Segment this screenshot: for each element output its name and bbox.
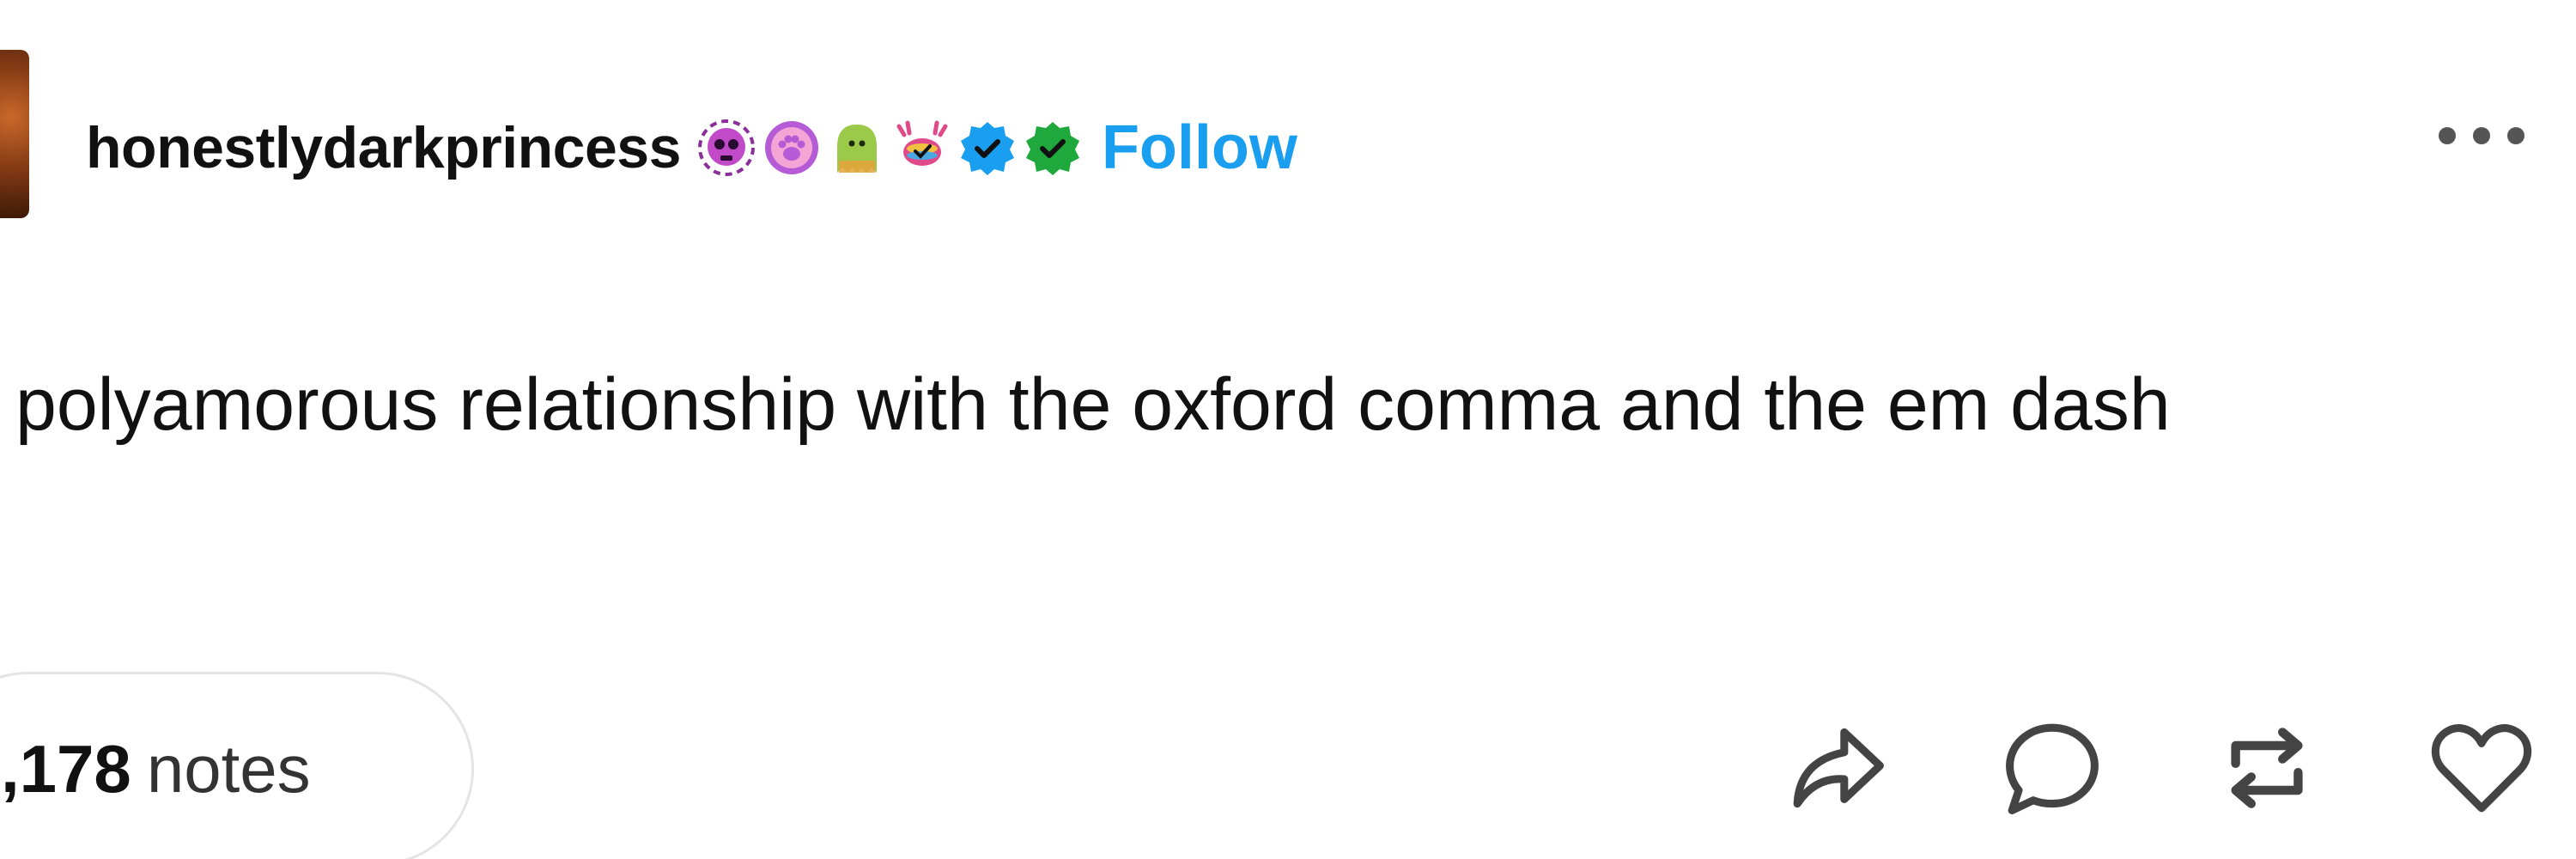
dot-icon <box>2439 127 2456 144</box>
reblog-icon <box>2231 728 2303 808</box>
reply-icon <box>2006 723 2099 814</box>
share-icon <box>1793 728 1884 808</box>
avatar[interactable] <box>0 50 29 218</box>
notes-label: notes <box>146 730 311 807</box>
badge-list <box>696 118 1083 178</box>
reply-button[interactable] <box>1992 708 2112 828</box>
notes-count: ,178 <box>1 730 131 807</box>
post-body: polyamorous relationship with the oxford… <box>15 363 2171 446</box>
dot-icon <box>2473 127 2490 144</box>
share-button[interactable] <box>1777 708 1898 828</box>
ghost-badge-icon[interactable] <box>827 118 887 178</box>
more-options-button[interactable] <box>2439 127 2524 144</box>
crab-badge-icon[interactable] <box>892 118 952 178</box>
skull-badge-icon[interactable] <box>696 118 756 178</box>
like-button[interactable] <box>2421 708 2542 828</box>
like-icon <box>2431 724 2532 813</box>
post-header: honestlydarkprincess Follow <box>86 105 1297 191</box>
follow-button[interactable]: Follow <box>1102 117 1297 179</box>
tumblr-post: honestlydarkprincess Follow polyamorous … <box>0 0 2576 859</box>
verified-green-badge-icon[interactable] <box>1023 118 1083 178</box>
username[interactable]: honestlydarkprincess <box>86 119 681 177</box>
reblog-button[interactable] <box>2207 708 2327 828</box>
notes-button[interactable]: ,178 notes <box>0 672 474 859</box>
dot-icon <box>2507 127 2524 144</box>
verified-blue-badge-icon[interactable] <box>957 118 1018 178</box>
paw-badge-icon[interactable] <box>762 118 822 178</box>
post-actions <box>1777 708 2542 828</box>
